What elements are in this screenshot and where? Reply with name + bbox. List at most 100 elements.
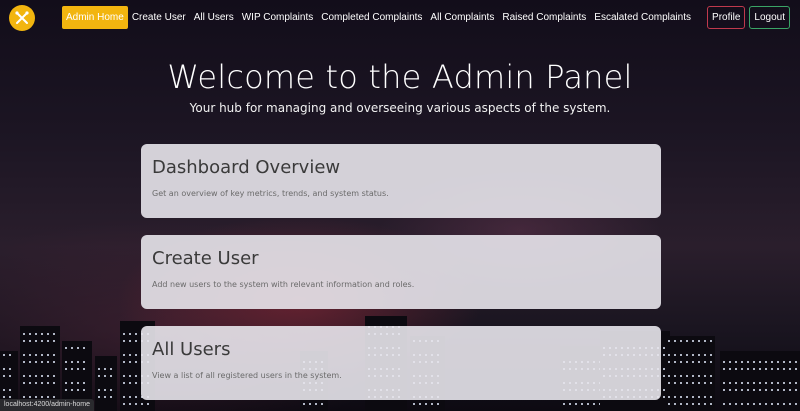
building-window bbox=[723, 382, 725, 384]
building-window bbox=[29, 396, 31, 398]
building-window bbox=[789, 361, 791, 363]
building-window bbox=[23, 375, 25, 377]
building-window bbox=[710, 354, 712, 356]
building-window bbox=[53, 333, 55, 335]
building-window bbox=[83, 361, 85, 363]
building-window bbox=[674, 396, 676, 398]
building-window bbox=[747, 361, 749, 363]
nav-wip-complaints[interactable]: WIP Complaints bbox=[238, 6, 318, 29]
card-create-user[interactable]: Create User Add new users to the system … bbox=[141, 235, 661, 309]
building-window bbox=[668, 354, 670, 356]
nav-all-users[interactable]: All Users bbox=[190, 6, 238, 29]
building-window bbox=[686, 340, 688, 342]
building-window bbox=[35, 340, 37, 342]
tools-icon[interactable] bbox=[9, 5, 35, 31]
building-window bbox=[65, 389, 67, 391]
building-window bbox=[692, 361, 694, 363]
card-title: Dashboard Overview bbox=[152, 157, 341, 178]
building-window bbox=[680, 396, 682, 398]
building bbox=[95, 356, 117, 411]
building-window bbox=[53, 375, 55, 377]
building-window bbox=[680, 403, 682, 405]
building-window bbox=[704, 396, 706, 398]
building-window bbox=[3, 368, 5, 370]
building-window bbox=[41, 396, 43, 398]
building-window bbox=[710, 361, 712, 363]
nav-raised-complaints[interactable]: Raised Complaints bbox=[498, 6, 590, 29]
building-window bbox=[3, 396, 5, 398]
building-window bbox=[729, 361, 731, 363]
building-window bbox=[771, 389, 773, 391]
building-window bbox=[741, 361, 743, 363]
building-window bbox=[698, 340, 700, 342]
building-window bbox=[795, 382, 797, 384]
building-window bbox=[71, 389, 73, 391]
building-window bbox=[71, 368, 73, 370]
building-window bbox=[777, 361, 779, 363]
building-window bbox=[765, 389, 767, 391]
building-window bbox=[29, 354, 31, 356]
building-window bbox=[704, 340, 706, 342]
building-window bbox=[735, 368, 737, 370]
nav-escalated-complaints[interactable]: Escalated Complaints bbox=[590, 6, 695, 29]
building-window bbox=[741, 403, 743, 405]
building-window bbox=[698, 396, 700, 398]
nav-completed-complaints[interactable]: Completed Complaints bbox=[317, 6, 426, 29]
building-window bbox=[753, 403, 755, 405]
building-window bbox=[47, 340, 49, 342]
nav-create-user[interactable]: Create User bbox=[128, 6, 190, 29]
building-window bbox=[9, 354, 11, 356]
building-window bbox=[98, 389, 100, 391]
building-window bbox=[135, 340, 137, 342]
building-window bbox=[674, 361, 676, 363]
building-window bbox=[9, 375, 11, 377]
building-window bbox=[747, 403, 749, 405]
building-window bbox=[135, 396, 137, 398]
building-window bbox=[47, 396, 49, 398]
nav-all-complaints[interactable]: All Complaints bbox=[426, 6, 498, 29]
building-window bbox=[309, 403, 311, 405]
building-window bbox=[41, 361, 43, 363]
building-window bbox=[35, 375, 37, 377]
building-window bbox=[747, 382, 749, 384]
building-window bbox=[686, 403, 688, 405]
building-window bbox=[123, 375, 125, 377]
building-window bbox=[29, 361, 31, 363]
building-window bbox=[771, 361, 773, 363]
card-dashboard-overview[interactable]: Dashboard Overview Get an overview of ke… bbox=[141, 144, 661, 218]
building-window bbox=[729, 382, 731, 384]
building-window bbox=[710, 396, 712, 398]
building-window bbox=[753, 361, 755, 363]
nav-admin-home[interactable]: Admin Home bbox=[62, 6, 128, 29]
building-window bbox=[29, 340, 31, 342]
profile-button[interactable]: Profile bbox=[707, 6, 746, 29]
building-window bbox=[29, 333, 31, 335]
building-window bbox=[47, 333, 49, 335]
building-window bbox=[41, 375, 43, 377]
page-subtitle: Your hub for managing and overseeing var… bbox=[189, 101, 611, 115]
building-window bbox=[686, 375, 688, 377]
logout-button[interactable]: Logout bbox=[749, 6, 790, 29]
building-window bbox=[704, 375, 706, 377]
building-window bbox=[680, 354, 682, 356]
building-window bbox=[789, 368, 791, 370]
building-window bbox=[321, 403, 323, 405]
building-window bbox=[698, 403, 700, 405]
building-window bbox=[771, 403, 773, 405]
card-all-users[interactable]: All Users View a list of all registered … bbox=[141, 326, 661, 400]
building-window bbox=[698, 361, 700, 363]
building-window bbox=[692, 403, 694, 405]
building-window bbox=[53, 354, 55, 356]
building-window bbox=[729, 389, 731, 391]
building-window bbox=[765, 403, 767, 405]
building-window bbox=[747, 368, 749, 370]
building-window bbox=[795, 361, 797, 363]
building-window bbox=[759, 382, 761, 384]
building-window bbox=[23, 333, 25, 335]
building-window bbox=[77, 389, 79, 391]
building-window bbox=[723, 361, 725, 363]
building-window bbox=[765, 368, 767, 370]
building-window bbox=[23, 340, 25, 342]
building-window bbox=[23, 396, 25, 398]
building-window bbox=[735, 382, 737, 384]
